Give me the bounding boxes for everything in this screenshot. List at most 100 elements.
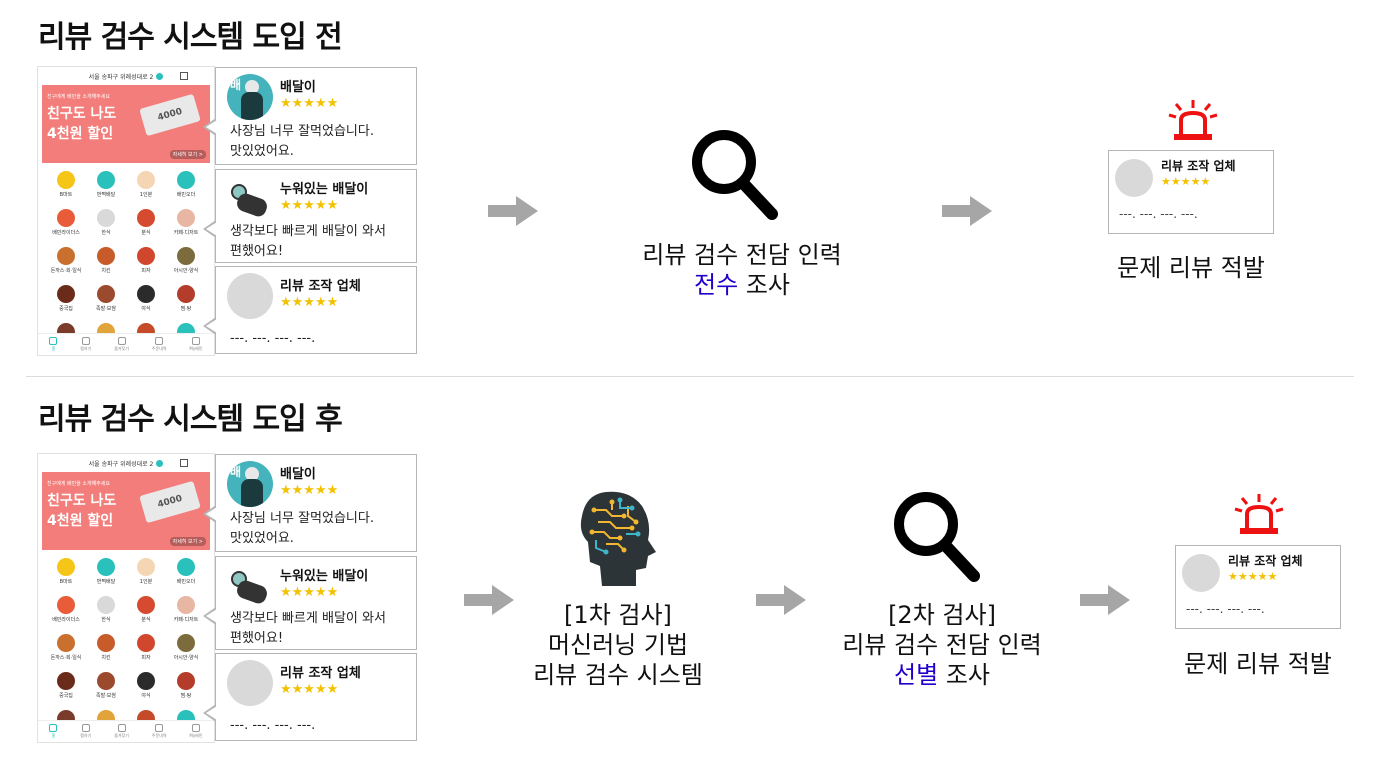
review-bubble: 리뷰 조작 업체 ★★★★★ ---. ---. ---. ---. bbox=[203, 266, 417, 354]
ml-label: [1차 검사] 머신러닝 기법 리뷰 검수 시스템 bbox=[533, 600, 703, 690]
delivery-rider-avatar: 배 bbox=[227, 74, 273, 120]
category-label: 야식 bbox=[141, 306, 151, 312]
nav-icon bbox=[81, 337, 90, 345]
human-rest: 조사 bbox=[938, 661, 990, 689]
human-line-2: 리뷰 검수 전담 인력 bbox=[842, 631, 1042, 659]
section-title-after: 리뷰 검수 시스템 도입 후 bbox=[38, 402, 343, 437]
category-grid: B마트 번쩍배달 1인분 배민오더 배민라이더스 한식 분식 카페·디저트 돈까스·회·일식 치킨… bbox=[46, 169, 206, 355]
brain-circuit-icon bbox=[580, 491, 656, 586]
category-item: B마트 bbox=[46, 556, 86, 592]
category-label: 한식 bbox=[101, 230, 111, 236]
review-text-dots: ---. ---. ---. ---. bbox=[230, 718, 316, 733]
promo-banner: 친구에게 배민을 소개해주세요 친구도 나도 4천원 할인 4000 자세히 보… bbox=[42, 85, 210, 163]
coupon-graphic: 4000 bbox=[139, 93, 201, 137]
category-item: 한식 bbox=[86, 594, 126, 630]
category-label: 배민오더 bbox=[176, 192, 196, 198]
category-item: 돈까스·회·일식 bbox=[46, 632, 86, 668]
review-text-line-2: 맛있었어요. bbox=[230, 144, 294, 159]
category-label: 찜·탕 bbox=[180, 306, 192, 312]
ml-line-2: 머신러닝 기법 bbox=[547, 631, 689, 659]
category-label: 중국집 bbox=[59, 306, 73, 312]
nav-item: 찜하기 bbox=[80, 724, 91, 739]
review-stars: ★★★★★ bbox=[280, 295, 339, 310]
lying-rider-avatar bbox=[227, 563, 273, 609]
nav-item: 즐겨찾기 bbox=[114, 724, 129, 739]
review-nickname: 누워있는 배달이 bbox=[280, 182, 369, 197]
category-label: 배민오더 bbox=[176, 579, 196, 585]
siren-icon bbox=[1234, 494, 1284, 534]
category-label: 중국집 bbox=[59, 693, 73, 699]
category-label: 카페·디저트 bbox=[173, 617, 199, 623]
food-category-icon bbox=[97, 558, 115, 576]
category-item: 치킨 bbox=[86, 245, 126, 281]
review-text-line-1: 생각보다 빠르게 배달이 와서 bbox=[230, 611, 386, 626]
phone-screenshot: 서울 송파구 위례성대로 2 친구에게 배민을 소개해주세요 친구도 나도 4천… bbox=[37, 453, 215, 743]
nav-item: 주문내역 bbox=[152, 337, 167, 352]
food-category-icon bbox=[137, 285, 155, 303]
ml-line-3: 리뷰 검수 시스템 bbox=[533, 661, 703, 689]
arrow-right-icon bbox=[488, 196, 538, 226]
lying-rider-avatar bbox=[227, 176, 273, 222]
category-label: 치킨 bbox=[101, 268, 111, 274]
nav-icon bbox=[49, 337, 58, 345]
nav-icon bbox=[117, 724, 126, 732]
result-label: 문제 리뷰 적발 bbox=[1117, 254, 1265, 282]
inspect-highlight: 전수 bbox=[694, 271, 739, 299]
nav-label: My배민 bbox=[189, 346, 203, 351]
food-category-icon bbox=[177, 634, 195, 652]
banner-line-1: 친구도 나도 bbox=[47, 106, 117, 122]
category-label: 족발·보쌈 bbox=[96, 693, 116, 699]
food-category-icon bbox=[177, 171, 195, 189]
nav-item: My배민 bbox=[189, 724, 203, 739]
food-category-icon bbox=[57, 558, 75, 576]
review-bubble: 누워있는 배달이 ★★★★★ 생각보다 빠르게 배달이 와서 편했어요! bbox=[203, 169, 417, 263]
category-item: 1인분 bbox=[126, 556, 166, 592]
review-stars: ★★★★★ bbox=[280, 585, 339, 600]
address-bar: 서울 송파구 위례성대로 2 bbox=[38, 67, 214, 85]
category-item: 배민오더 bbox=[166, 169, 206, 205]
review-nickname: 배달이 bbox=[280, 80, 316, 95]
review-text-line-1: 사장님 너무 잘먹었습니다. bbox=[230, 511, 374, 526]
promo-banner: 친구에게 배민을 소개해주세요 친구도 나도 4천원 할인 4000 자세히 보… bbox=[42, 472, 210, 550]
category-item: 야식 bbox=[126, 283, 166, 319]
review-text-dots: ---. ---. ---. ---. bbox=[230, 331, 316, 346]
category-item: 중국집 bbox=[46, 670, 86, 706]
category-label: 피자 bbox=[141, 655, 151, 661]
category-item: 아시안·양식 bbox=[166, 632, 206, 668]
review-text-line-2: 편했어요! bbox=[230, 244, 284, 259]
card-text: ---. ---. ---. ---. bbox=[1186, 602, 1265, 616]
category-item: 한식 bbox=[86, 207, 126, 243]
review-nickname: 누워있는 배달이 bbox=[280, 569, 369, 584]
nav-item: 주문내역 bbox=[152, 724, 167, 739]
nav-item: 홈 bbox=[49, 337, 58, 352]
food-category-icon bbox=[137, 634, 155, 652]
section-title-before: 리뷰 검수 시스템 도입 전 bbox=[38, 20, 343, 55]
magnifier-icon bbox=[692, 130, 778, 220]
flagged-review-card: 리뷰 조작 업체 ★★★★★ ---. ---. ---. ---. bbox=[1175, 545, 1341, 629]
review-text-line-1: 사장님 너무 잘먹었습니다. bbox=[230, 124, 374, 139]
food-category-icon bbox=[137, 596, 155, 614]
arrow-right-icon bbox=[942, 196, 992, 226]
inspect-label: 리뷰 검수 전담 인력 전수 조사 bbox=[642, 240, 842, 300]
category-label: 1인분 bbox=[139, 579, 153, 585]
nav-label: 찜하기 bbox=[80, 346, 92, 351]
category-item: 찜·탕 bbox=[166, 670, 206, 706]
arrow-right-icon bbox=[756, 585, 806, 615]
address-text: 서울 송파구 위례성대로 2 bbox=[88, 73, 154, 81]
nav-icon bbox=[155, 724, 164, 732]
food-category-icon bbox=[177, 209, 195, 227]
category-item: 1인분 bbox=[126, 169, 166, 205]
card-nickname: 리뷰 조작 업체 bbox=[1228, 554, 1303, 568]
qr-icon bbox=[180, 459, 188, 467]
category-label: 번쩍배달 bbox=[96, 192, 116, 198]
nav-label: My배민 bbox=[189, 733, 203, 738]
category-item: 찜·탕 bbox=[166, 283, 206, 319]
review-text-line-2: 편했어요! bbox=[230, 631, 284, 646]
category-item: B마트 bbox=[46, 169, 86, 205]
category-item: 족발·보쌈 bbox=[86, 670, 126, 706]
category-item: 배민오더 bbox=[166, 556, 206, 592]
category-item: 돈까스·회·일식 bbox=[46, 245, 86, 281]
arrow-right-icon bbox=[464, 585, 514, 615]
category-grid: B마트 번쩍배달 1인분 배민오더 배민라이더스 한식 분식 카페·디저트 돈까스·회·일식 치킨… bbox=[46, 556, 206, 742]
category-item: 분식 bbox=[126, 207, 166, 243]
